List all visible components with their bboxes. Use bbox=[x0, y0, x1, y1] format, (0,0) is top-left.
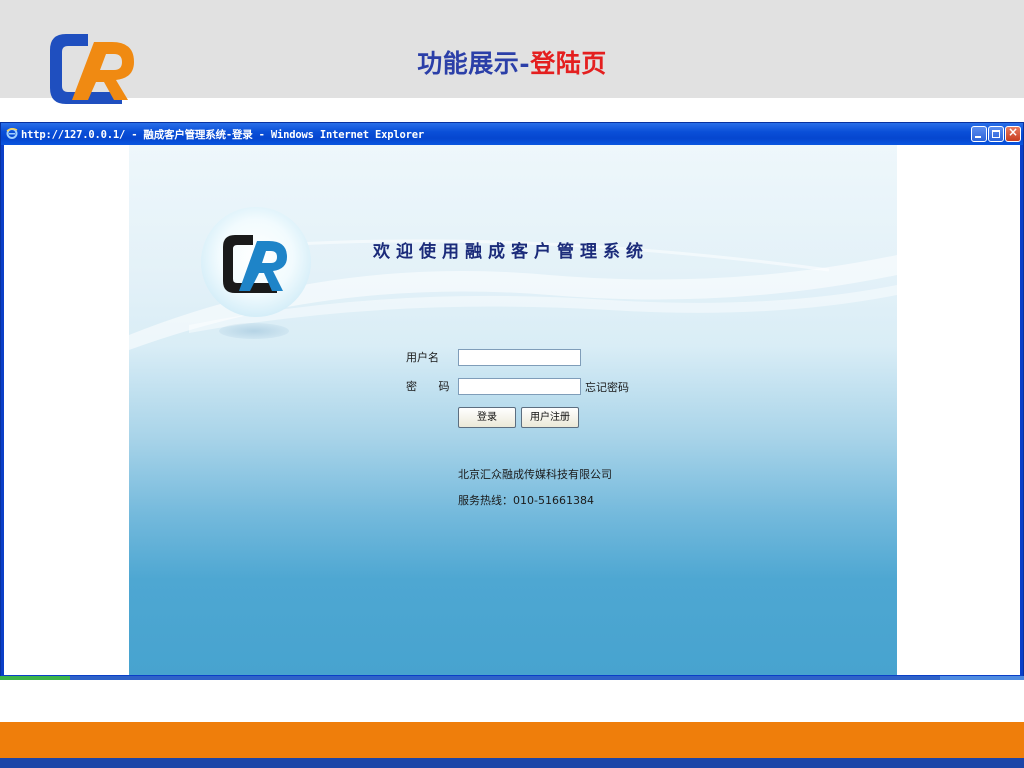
maximize-button[interactable] bbox=[988, 126, 1004, 142]
footer-orange-band bbox=[0, 722, 1024, 758]
password-input[interactable] bbox=[458, 378, 581, 395]
browser-window: http://127.0.0.1/ - 融成客户管理系统-登录 - Window… bbox=[0, 122, 1024, 678]
login-button[interactable]: 登录 bbox=[458, 407, 516, 428]
minimize-icon bbox=[975, 136, 981, 138]
service-hotline: 服务热线：010-51661384 bbox=[458, 494, 594, 507]
browser-status-strip bbox=[0, 676, 1024, 680]
browser-titlebar[interactable]: http://127.0.0.1/ - 融成客户管理系统-登录 - Window… bbox=[1, 123, 1023, 145]
ie-icon bbox=[6, 127, 18, 139]
password-label: 密 码 bbox=[406, 380, 459, 393]
username-input[interactable] bbox=[458, 349, 581, 366]
close-button[interactable]: × bbox=[1005, 125, 1021, 142]
minimize-button[interactable] bbox=[971, 126, 987, 142]
username-label: 用户名 bbox=[406, 351, 439, 364]
forgot-password-link[interactable]: 忘记密码 bbox=[585, 379, 629, 395]
browser-title: http://127.0.0.1/ - 融成客户管理系统-登录 - Window… bbox=[21, 129, 424, 141]
slide-title: 功能展示-登陆页 bbox=[0, 44, 1024, 80]
logo-orb-shadow bbox=[219, 323, 289, 339]
company-name: 北京汇众融成传媒科技有限公司 bbox=[458, 468, 612, 481]
browser-content: 欢迎使用融成客户管理系统 用户名 密 码 忘记密码 登录 用户注册 北京汇众融成… bbox=[4, 145, 1020, 675]
slide-title-prefix: 功能展示- bbox=[417, 49, 531, 78]
slide-title-highlight: 登陆页 bbox=[530, 49, 607, 78]
footer-blue-band bbox=[0, 758, 1024, 768]
maximize-icon bbox=[992, 130, 1000, 138]
register-button[interactable]: 用户注册 bbox=[521, 407, 579, 428]
welcome-heading: 欢迎使用融成客户管理系统 bbox=[373, 242, 649, 262]
close-icon: × bbox=[1007, 125, 1019, 139]
system-logo bbox=[223, 235, 287, 293]
login-panel: 欢迎使用融成客户管理系统 用户名 密 码 忘记密码 登录 用户注册 北京汇众融成… bbox=[129, 145, 897, 675]
